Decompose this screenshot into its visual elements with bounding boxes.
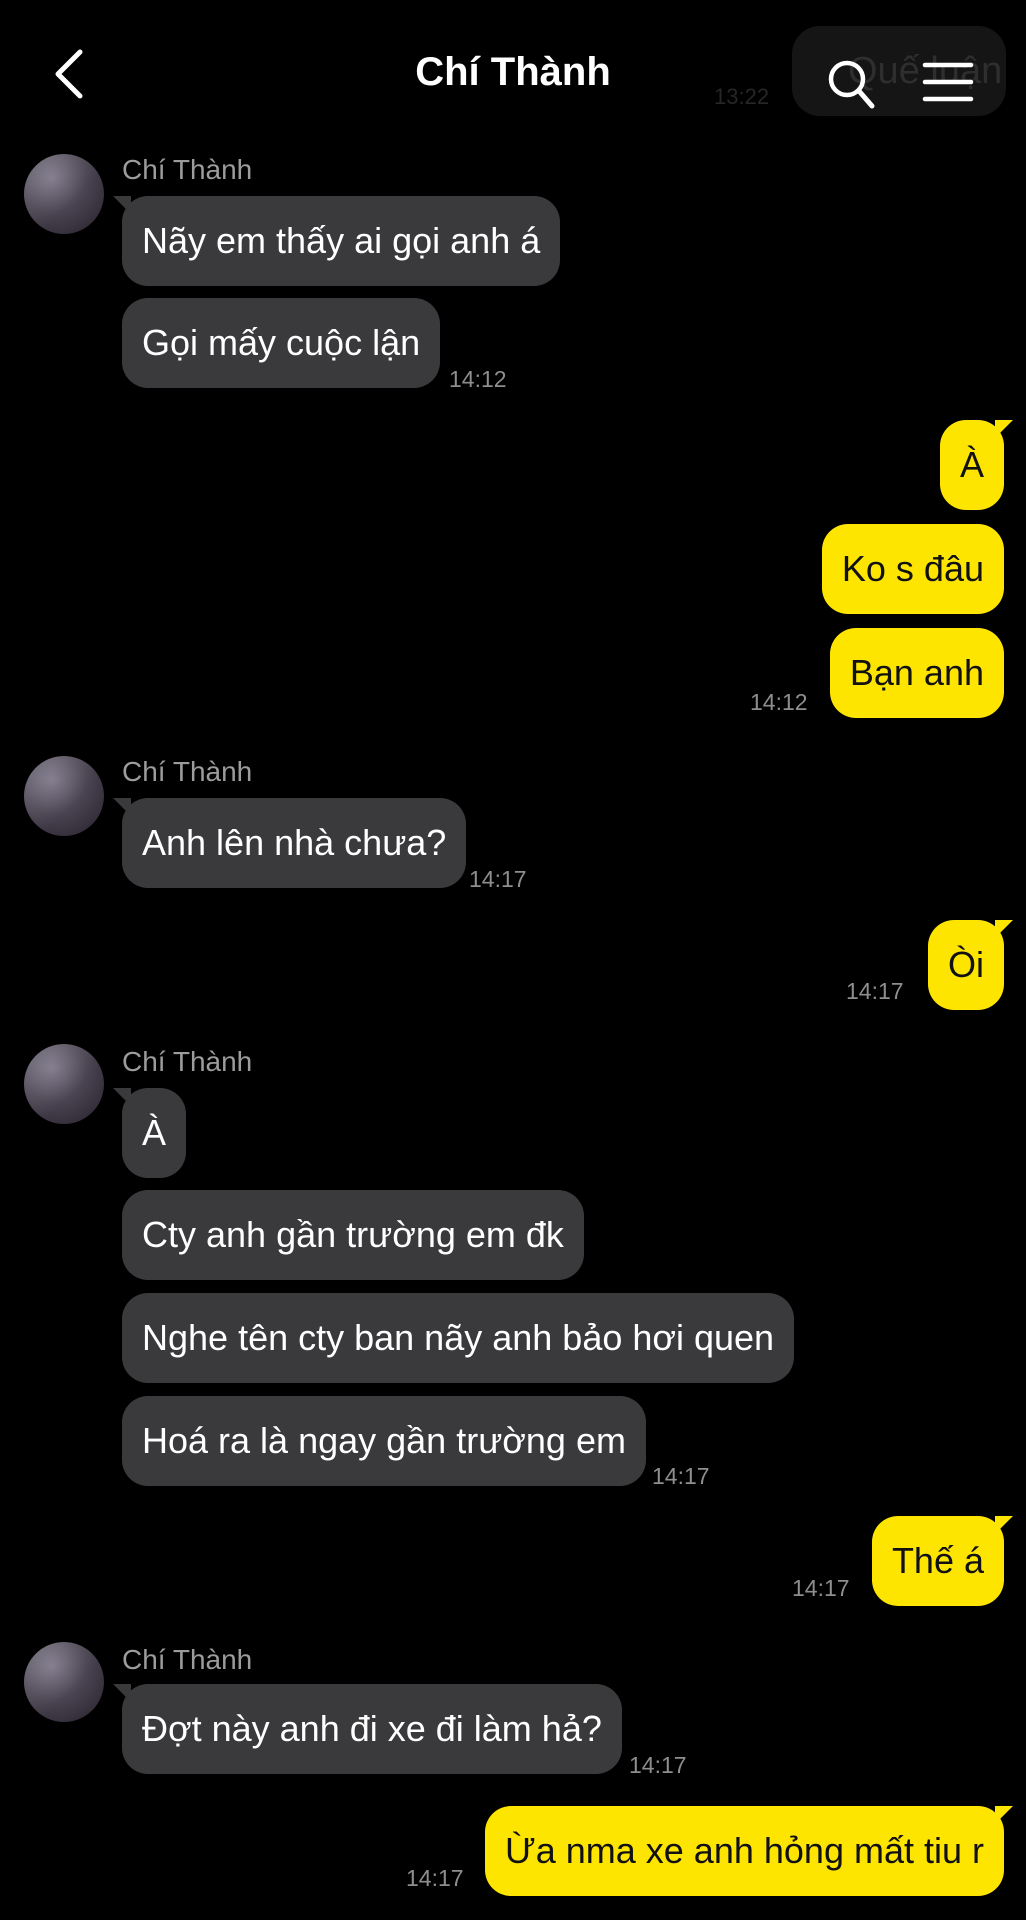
avatar-photo xyxy=(24,1642,104,1722)
menu-icon xyxy=(922,62,974,102)
search-button[interactable] xyxy=(826,58,876,112)
incoming-message[interactable]: Nghe tên cty ban nãy anh bảo hơi quen xyxy=(122,1293,795,1383)
avatar-photo xyxy=(24,154,104,234)
outgoing-message[interactable]: À xyxy=(939,420,1014,510)
incoming-message[interactable]: Hoá ra là ngay gần trường em xyxy=(122,1396,646,1486)
message-time: 14:17 xyxy=(469,866,527,892)
avatar-photo xyxy=(24,756,104,836)
message-time: 14:17 xyxy=(406,1865,464,1891)
incoming-message[interactable]: Đợt này anh đi xe đi làm hả? xyxy=(113,1684,622,1774)
menu-button[interactable] xyxy=(922,60,974,104)
avatar[interactable] xyxy=(24,1044,104,1124)
message-time: 14:12 xyxy=(449,366,507,392)
message-time: 14:17 xyxy=(629,1752,687,1778)
outgoing-message[interactable]: Thế á xyxy=(871,1516,1014,1606)
avatar-photo xyxy=(24,1044,104,1124)
incoming-message[interactable]: À xyxy=(112,1088,187,1178)
message-time: 14:17 xyxy=(652,1463,710,1489)
outgoing-message[interactable]: Bạn anh xyxy=(829,628,1004,718)
outgoing-message[interactable]: Ko s đâu xyxy=(821,524,1004,614)
message-time: 14:17 xyxy=(792,1575,850,1601)
outgoing-message[interactable]: Ừa nma xe anh hỏng mất tiu r xyxy=(484,1806,1014,1896)
message-time: 14:17 xyxy=(846,978,904,1004)
sender-name: Chí Thành xyxy=(122,154,253,185)
incoming-message[interactable]: Cty anh gần trường em đk xyxy=(122,1190,584,1280)
avatar[interactable] xyxy=(24,756,104,836)
sender-name: Chí Thành xyxy=(122,1644,253,1675)
sender-name: Chí Thành xyxy=(122,756,253,787)
incoming-message[interactable]: Nãy em thấy ai gọi anh á xyxy=(112,196,561,286)
incoming-message[interactable]: Gọi mấy cuộc lận xyxy=(122,298,441,388)
search-icon xyxy=(828,60,875,109)
outgoing-message[interactable]: Òi xyxy=(928,920,1013,1010)
chat-header: Quế luận 13:22 Chí Thành xyxy=(0,0,1026,150)
message-time: 14:12 xyxy=(750,689,808,715)
incoming-message[interactable]: Anh lên nhà chưa? xyxy=(112,798,467,888)
avatar[interactable] xyxy=(24,1642,104,1722)
sender-name: Chí Thành xyxy=(122,1046,253,1077)
avatar[interactable] xyxy=(24,154,104,234)
